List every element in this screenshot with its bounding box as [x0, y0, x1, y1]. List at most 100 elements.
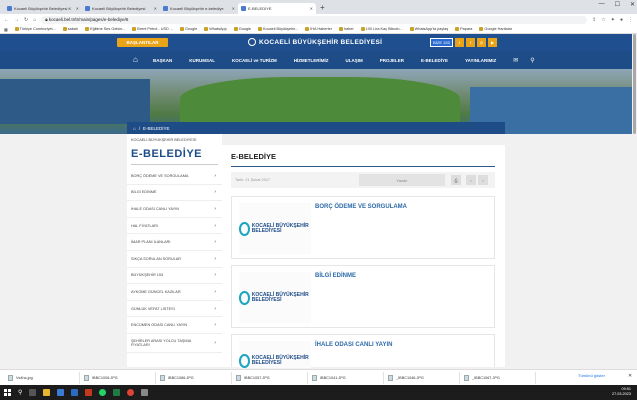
facebook-icon[interactable]: f [455, 38, 464, 47]
nav-item-kurumsal[interactable]: KURUMSAL [189, 58, 215, 63]
nav-item-baskan[interactable]: BAŞKAN [153, 58, 172, 63]
scroll-thumb[interactable] [633, 34, 636, 134]
sidebar-item[interactable]: İMAR PLANI İLANLARI › [127, 234, 222, 251]
home-icon[interactable]: ⌂ [133, 126, 136, 131]
download-item[interactable]: IBBC1006.JPG [80, 371, 156, 384]
close-icon[interactable]: ✕ [310, 6, 313, 11]
bookmark-item[interactable]: Google [179, 27, 197, 31]
bookmark-item[interactable]: sabah [62, 27, 78, 31]
sidebar-item[interactable]: ŞEHİRLER ARASI YOLCU TAŞIMA FİYATLARI › [127, 334, 222, 353]
bookmark-item[interactable]: Türkiye Cumhuriyet... [14, 27, 56, 31]
excel-icon[interactable] [113, 389, 121, 396]
extensions-icon[interactable]: ✦ [611, 17, 615, 23]
download-item[interactable]: _IBBC1067.JPG [460, 371, 536, 384]
sidebar-item[interactable]: BÜYÜKŞEHİR 153 › [127, 268, 222, 285]
font-decrease-icon[interactable]: ‹ [466, 175, 476, 185]
sidebar-crumb[interactable]: KOCAELİ BÜYÜKŞEHİR BELEDİYESİ [127, 134, 222, 142]
card-title[interactable]: BİLGİ EDİNME [315, 273, 356, 279]
reload-icon[interactable]: ↻ [24, 17, 28, 23]
search-icon[interactable]: ⚲ [18, 389, 22, 396]
home-icon[interactable]: ⌂ [133, 56, 141, 64]
bookmark-item[interactable]: İHA Haberler [305, 27, 332, 31]
app-icon[interactable] [141, 389, 149, 396]
task-view-icon[interactable] [29, 389, 37, 396]
mail-icon[interactable]: ✉ [513, 57, 518, 64]
forward-icon[interactable]: → [14, 17, 19, 23]
download-item[interactable]: IBBC1057.JPG [232, 371, 308, 384]
page-scrollbar[interactable] [632, 34, 637, 367]
font-increase-icon[interactable]: › [478, 175, 488, 185]
back-icon[interactable]: ← [4, 17, 9, 23]
chrome-icon[interactable] [127, 389, 135, 396]
star-icon[interactable]: ☆ [601, 17, 605, 23]
instagram-icon[interactable]: ◎ [477, 38, 486, 47]
bookmark-item[interactable]: Papara [455, 27, 472, 31]
sidebar-item[interactable]: GÜNLÜK VEFAT LİSTESİ › [127, 301, 222, 318]
sidebar-item[interactable]: BİLGİ EDİNME › [127, 185, 222, 202]
nav-item-ulasim[interactable]: ULAŞIM [346, 58, 363, 63]
nav-item-hizmetler[interactable]: HİZMETLERİMİZ [294, 58, 329, 63]
close-icon[interactable]: ✕ [628, 373, 632, 379]
download-item[interactable]: _IBBC1046.JPG [384, 371, 460, 384]
bookmark-item[interactable]: Brent Petrol - USD ... [132, 27, 173, 31]
service-card[interactable]: KOCAELİ BÜYÜKŞEHİR BELEDİYESİ İHALE ODAS… [231, 334, 495, 368]
share-icon[interactable]: ⇪ [592, 17, 596, 23]
close-icon[interactable]: ✕ [154, 6, 157, 11]
nav-item-projeler[interactable]: PROJELER [380, 58, 404, 63]
profile-icon[interactable]: ● [620, 17, 623, 23]
minimize-icon[interactable]: — [599, 1, 605, 8]
twitter-icon[interactable]: t [466, 38, 475, 47]
powerpoint-icon[interactable] [85, 389, 93, 396]
nav-item-ebelediye[interactable]: E-BELEDİYE [421, 58, 448, 63]
youtube-icon[interactable]: ▶ [488, 38, 497, 47]
nav-item-yayinlar[interactable]: YAYINLARIMIZ [465, 58, 496, 63]
hotline-badge[interactable]: BİZE 153 [430, 38, 453, 47]
browser-tab[interactable]: Kocaeli Büyükşehir Belediyesi ✕ [82, 3, 160, 14]
sidebar-item[interactable]: SIKÇA SORULAN SORULAR › [127, 251, 222, 268]
card-title[interactable]: BORÇ ÖDEME VE SORGULAMA [315, 204, 407, 210]
bookmark-item[interactable]: Google Haritalar [479, 27, 512, 31]
menu-icon[interactable]: ⋮ [628, 17, 633, 23]
browser-tab-active[interactable]: E-BELEDİYE ✕ [238, 3, 316, 14]
printer-icon[interactable]: ⎙ [451, 175, 461, 185]
edge-icon[interactable] [57, 389, 65, 396]
sidebar-item[interactable]: İHALE ODASI CANLI YAYIN › [127, 201, 222, 218]
close-window-icon[interactable]: ✕ [630, 1, 635, 8]
apps-icon[interactable]: ▦ [4, 27, 8, 32]
download-item[interactable]: IBBC1041.JPG [308, 371, 384, 384]
card-title[interactable]: İHALE ODASI CANLI YAYIN [315, 342, 392, 348]
service-card[interactable]: KOCAELİ BÜYÜKŞEHİR BELEDİYESİ BİLGİ EDİN… [231, 265, 495, 328]
search-icon[interactable]: ⚲ [530, 57, 534, 64]
print-button[interactable]: Yazdır [359, 174, 445, 186]
close-icon[interactable]: ✕ [76, 6, 79, 11]
sidebar-item[interactable]: AYKOME GÜNCEL KAZILAR › [127, 284, 222, 301]
service-card[interactable]: KOCAELİ BÜYÜKŞEHİR BELEDİYESİ BORÇ ÖDEME… [231, 196, 495, 259]
browser-tab[interactable]: Kocaeli Büyükşehir Belediyesi K ✕ [4, 3, 82, 14]
windows-start-icon[interactable] [4, 389, 11, 396]
word-icon[interactable] [71, 389, 79, 396]
new-tab-button[interactable]: + [320, 3, 325, 12]
url-input[interactable]: 🔒︎ kocaeli.bel.tr/tr/main/pages/e-beledi… [41, 15, 588, 24]
sidebar-item[interactable]: BORÇ ÖDEME VE SORGULAMA › [127, 168, 222, 185]
sidebar-item[interactable]: ENCÜMEN ODASI CANLI YAYIN › [127, 317, 222, 334]
bookmark-item[interactable]: WhatsApp'ta paylaş [409, 27, 448, 31]
bookmark-item[interactable]: haber [339, 27, 354, 31]
bookmark-item[interactable]: Eğitime Ses Gelsin... [85, 27, 125, 31]
bookmark-item[interactable]: Google [233, 27, 251, 31]
download-item[interactable]: Vs4hs.jpg [4, 371, 80, 384]
whatsapp-icon[interactable] [99, 389, 107, 396]
maximize-icon[interactable]: ☐ [615, 1, 620, 8]
system-clock[interactable]: 09:51 27.03.2023 [612, 387, 631, 397]
nav-item-turizm[interactable]: KOCAELİ ve TURİZM [232, 58, 277, 63]
close-icon[interactable]: ✕ [232, 6, 235, 11]
links-button[interactable]: BAŞLANTILAR [117, 38, 168, 47]
bookmark-item[interactable]: 100 Lira Kaç Bitcoin... [360, 27, 403, 31]
home-icon[interactable]: ⌂ [33, 17, 36, 23]
show-all-downloads[interactable]: Tümünü göster [578, 373, 605, 378]
sidebar-item[interactable]: HAL FİYATLARI › [127, 218, 222, 235]
bookmark-item[interactable]: WhatsApp [204, 27, 227, 31]
download-item[interactable]: IBBC1086.JPG [156, 371, 232, 384]
site-logo[interactable]: KOCAELİ BÜYÜKŞEHİR BELEDİYESİ [248, 38, 382, 46]
file-explorer-icon[interactable] [43, 389, 51, 396]
bookmark-item[interactable]: Kocaeli Büyükşehir... [258, 27, 298, 31]
